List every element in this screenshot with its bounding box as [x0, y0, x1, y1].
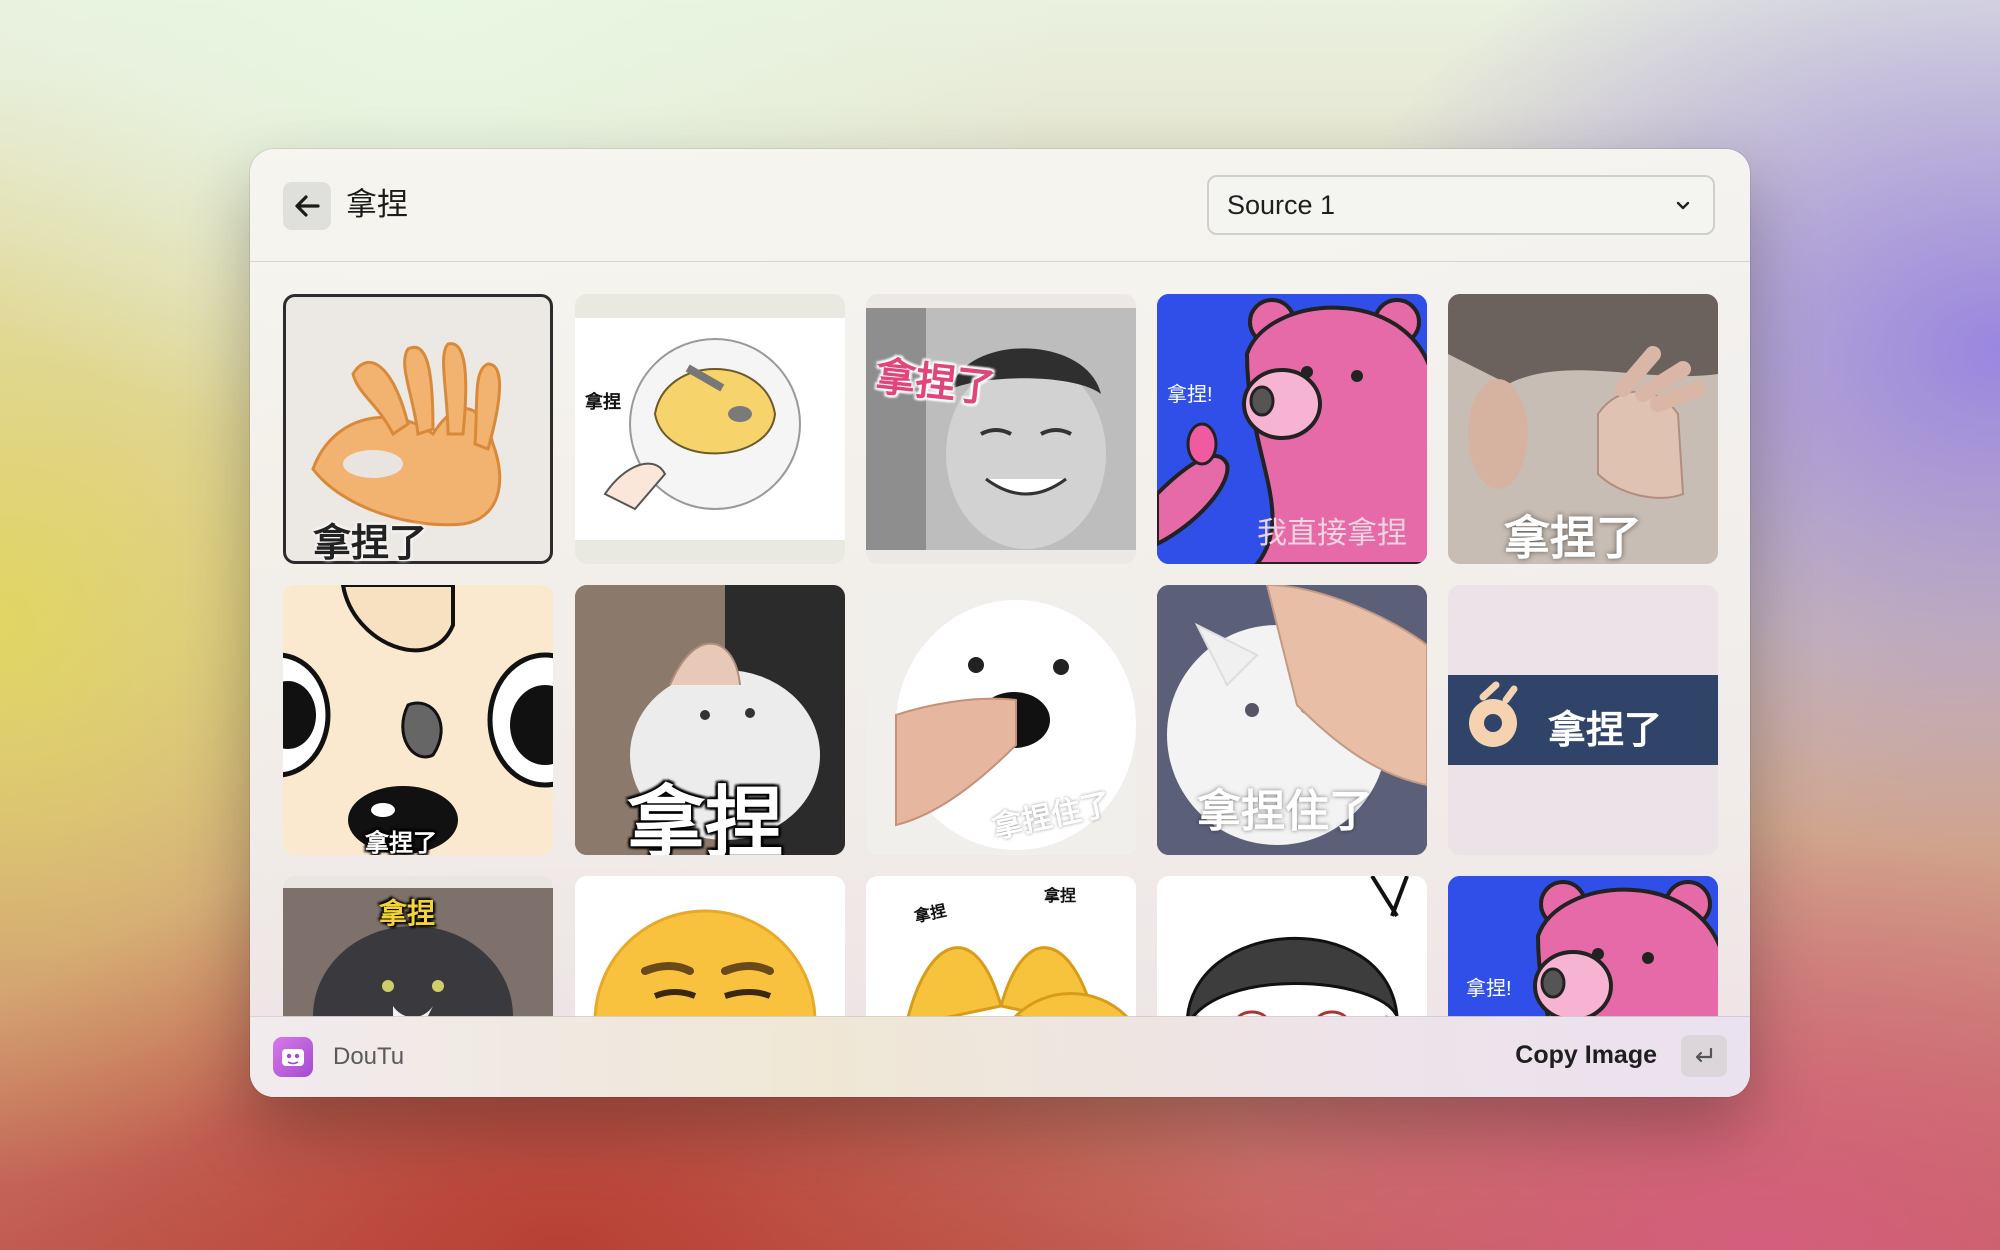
sticker-caption: 拿捏了	[365, 830, 437, 855]
source-select[interactable]: Source 1	[1207, 175, 1715, 235]
sticker-caption: 拿捏了	[313, 523, 428, 564]
sticker-item[interactable]	[1157, 876, 1427, 1017]
sticker-caption: 拿捏!	[1167, 384, 1213, 406]
sticker-caption: 拿捏	[379, 898, 436, 929]
arrow-left-icon	[295, 195, 320, 217]
sticker-caption: 拿捏	[585, 392, 621, 412]
sticker-caption: 拿捏住了	[1197, 787, 1373, 836]
sticker-item[interactable]: 拿捏住了	[866, 585, 1136, 855]
sticker-item[interactable]: 拿捏了	[283, 585, 553, 855]
back-button[interactable]	[283, 182, 331, 230]
sticker-item[interactable]: 拿捏住了	[1157, 585, 1427, 855]
sticker-item[interactable]: 拿捏了	[283, 294, 553, 564]
enter-key-button[interactable]	[1681, 1035, 1727, 1077]
sticker-caption-secondary: 拿捏	[1044, 888, 1077, 905]
sticker-item[interactable]: 拿捏了	[1448, 294, 1718, 564]
sticker-item[interactable]: 拿捏!	[1448, 876, 1718, 1017]
sticker-item[interactable]: 拿捏了	[866, 294, 1136, 564]
doutu-window: 拿捏 Source 1 拿捏了 拿捏 拿捏了 拿捏! 我直接拿捏 拿捏了 拿捏了…	[250, 149, 1750, 1097]
sticker-caption: 拿捏	[627, 779, 784, 855]
sticker-caption: 拿捏了	[1548, 710, 1663, 752]
sticker-item[interactable]: 拿捏 拿捏	[866, 876, 1136, 1017]
sticker-item[interactable]: 拿捏	[283, 876, 553, 1017]
return-key-icon	[1695, 1047, 1713, 1063]
sticker-caption-secondary: 我直接拿捏	[1257, 517, 1407, 550]
doutu-app-icon	[273, 1037, 313, 1077]
header: 拿捏 Source 1	[250, 149, 1750, 262]
chevron-down-icon	[1676, 201, 1690, 210]
search-title: 拿捏	[346, 187, 408, 222]
sticker-caption: 拿捏!	[1466, 978, 1512, 1000]
sticker-item[interactable]: 拿捏	[575, 585, 845, 855]
sticker-item[interactable]	[575, 876, 845, 1017]
sticker-item[interactable]: 拿捏! 我直接拿捏	[1157, 294, 1427, 564]
copy-image-button[interactable]: Copy Image	[1515, 1041, 1657, 1070]
app-name: DouTu	[333, 1043, 405, 1070]
footer: DouTu Copy Image	[250, 1016, 1750, 1097]
sticker-grid: 拿捏了 拿捏 拿捏了 拿捏! 我直接拿捏 拿捏了 拿捏了 拿捏 拿捏住了 拿捏住…	[250, 262, 1750, 1017]
sticker-item[interactable]: 拿捏了	[1448, 585, 1718, 855]
sticker-caption: 拿捏了	[873, 354, 998, 412]
sticker-item[interactable]: 拿捏	[575, 294, 845, 564]
source-select-value: Source 1	[1227, 189, 1336, 220]
sticker-caption: 拿捏了	[1504, 512, 1642, 564]
